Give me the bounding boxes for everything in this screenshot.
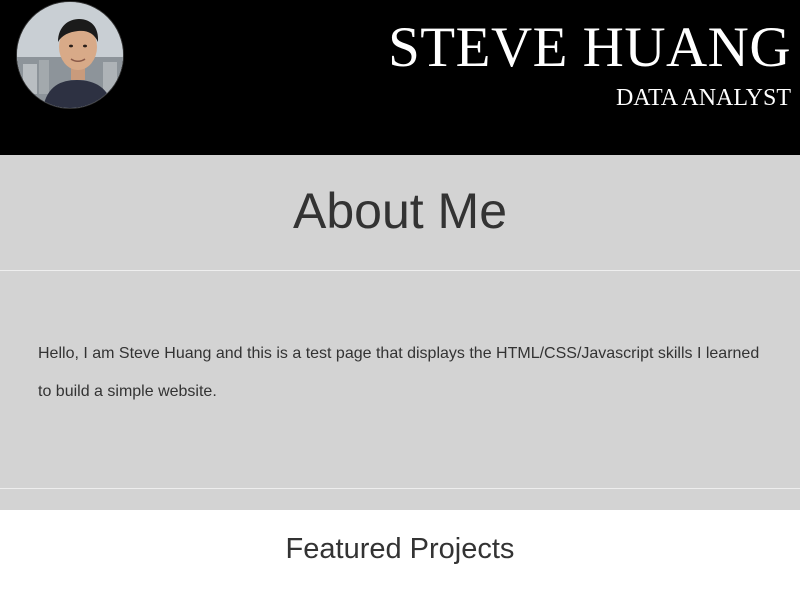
about-heading: About Me [292, 183, 507, 239]
site-header: STEVE HUANG DATA ANALYST [0, 0, 800, 155]
about-section: About Me Hello, I am Steve Huang and thi… [0, 155, 800, 510]
avatar [17, 2, 123, 108]
featured-projects-heading: Featured Projects [285, 533, 515, 565]
job-title: DATA ANALYST [615, 85, 791, 111]
about-paragraph: Hello, I am Steve Huang and this is a te… [38, 345, 760, 400]
divider [0, 270, 800, 271]
divider [0, 488, 800, 489]
site-title: STEVE HUANG [388, 16, 791, 79]
profile-photo [17, 2, 123, 108]
